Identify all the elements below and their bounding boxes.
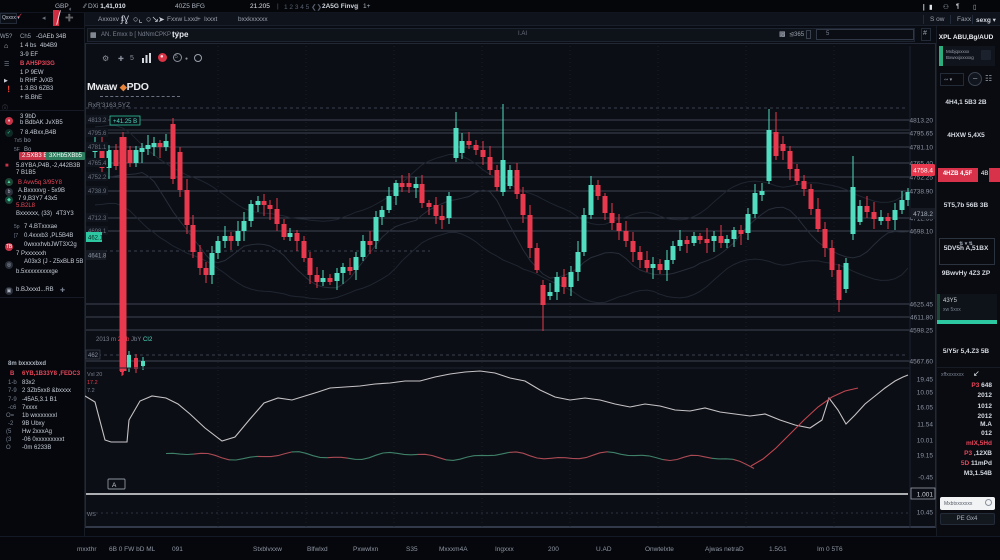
- svg-text:462.1: 462.1: [88, 236, 104, 242]
- svg-text:4712.3: 4712.3: [88, 216, 107, 222]
- svg-text:-0.45: -0.45: [918, 475, 933, 482]
- svg-text:7.2: 7.2: [87, 388, 95, 394]
- svg-text:4738.9: 4738.9: [88, 189, 107, 195]
- svg-text:16.05: 16.05: [917, 405, 934, 412]
- svg-text:4795.65: 4795.65: [910, 131, 934, 138]
- svg-text:4765.4: 4765.4: [88, 161, 107, 167]
- svg-text:2013 m 2.4b JbY CI2: 2013 m 2.4b JbY CI2: [96, 337, 153, 343]
- svg-text:4738.90: 4738.90: [910, 189, 934, 196]
- svg-text:WS: WS: [87, 512, 96, 518]
- svg-text:4781.10: 4781.10: [910, 145, 934, 152]
- svg-text:462: 462: [88, 353, 99, 359]
- svg-text:4611.80: 4611.80: [910, 315, 933, 322]
- svg-text:10.05: 10.05: [917, 390, 934, 397]
- svg-text:19.15: 19.15: [917, 453, 934, 460]
- svg-text:10.01: 10.01: [917, 438, 934, 445]
- svg-text:1.001: 1.001: [917, 492, 934, 499]
- svg-text:17.2: 17.2: [87, 380, 98, 386]
- svg-text:A: A: [112, 482, 117, 489]
- svg-text:Vxl 20: Vxl 20: [87, 372, 102, 378]
- svg-text:10.45: 10.45: [917, 510, 934, 517]
- svg-text:4625.45: 4625.45: [910, 302, 934, 309]
- svg-text:4641.8: 4641.8: [88, 254, 107, 260]
- svg-text:19.45: 19.45: [917, 377, 934, 384]
- svg-text:4718.2: 4718.2: [913, 211, 933, 218]
- svg-text:4598.25: 4598.25: [910, 328, 934, 335]
- svg-text:4758.4: 4758.4: [913, 168, 933, 175]
- svg-text:4698.10: 4698.10: [910, 229, 934, 236]
- svg-text:4781.1: 4781.1: [88, 145, 107, 151]
- svg-text:4567.60: 4567.60: [910, 359, 934, 366]
- svg-text:4752.2: 4752.2: [88, 175, 107, 181]
- svg-text:4813.20: 4813.20: [910, 118, 934, 125]
- svg-text:11.54: 11.54: [917, 422, 933, 429]
- svg-text:4795.6: 4795.6: [88, 131, 107, 137]
- svg-text:4813.2: 4813.2: [88, 118, 107, 124]
- svg-text:+41.25 B: +41.25 B: [113, 119, 137, 125]
